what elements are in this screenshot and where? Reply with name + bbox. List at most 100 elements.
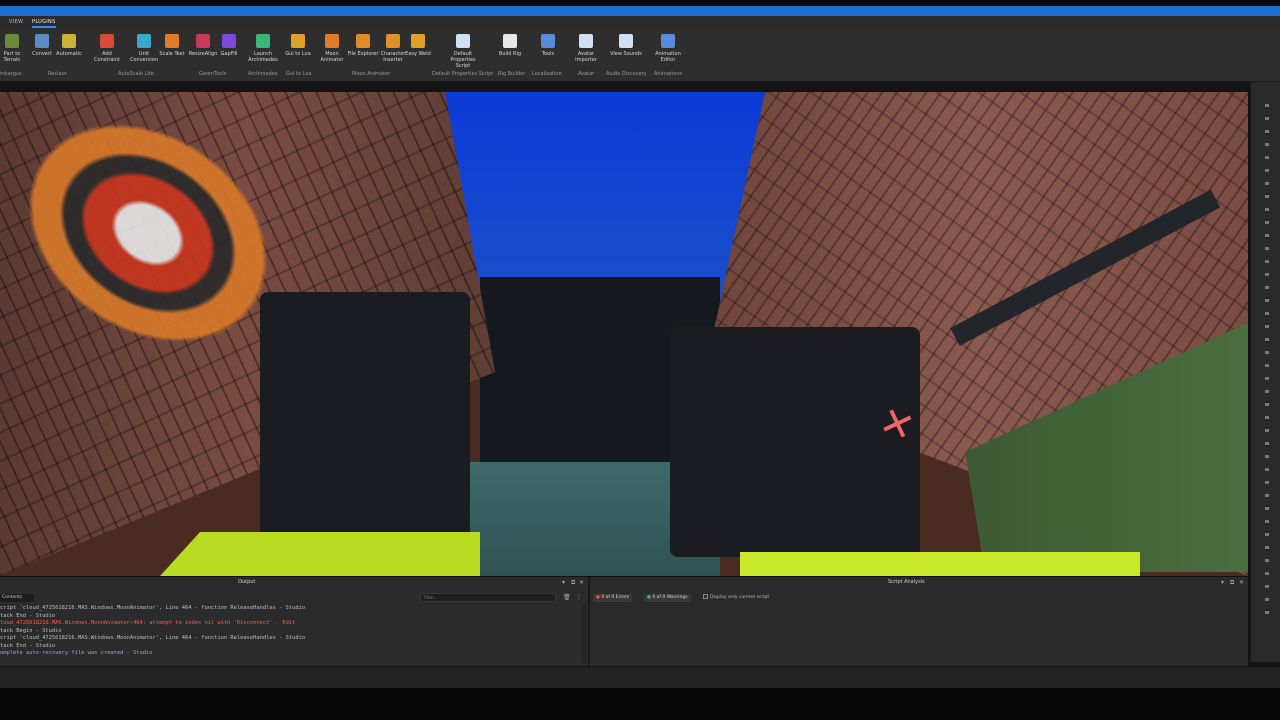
ribbon-button-18[interactable]: View Sounds — [609, 34, 643, 57]
ribbon-button-16[interactable]: Tools — [531, 34, 565, 57]
ribbon-button-label: GapFill — [220, 51, 238, 57]
panel-divider[interactable] — [588, 577, 590, 667]
ribbon-button-label: Part to Terrain — [3, 51, 21, 63]
ribbon-button-icon — [35, 34, 49, 48]
checkbox-label: Display only current script — [710, 595, 770, 600]
output-dock-icon[interactable]: ⧉ — [571, 579, 575, 587]
ribbon-group-label: Audio Discovery — [606, 71, 647, 77]
ribbon-button-label: View Sounds — [610, 51, 642, 57]
ribbon-button-8[interactable]: Launch Archimedes — [246, 34, 280, 63]
explorer-row-marker — [1265, 377, 1269, 380]
ribbon-button-icon — [541, 34, 555, 48]
output-filter-input[interactable]: Filter... — [420, 593, 556, 602]
ribbon-button-icon — [579, 34, 593, 48]
ribbon-group-label: Moon Animator — [352, 71, 391, 77]
ribbon-button-3[interactable]: Add Constraint — [90, 34, 124, 63]
output-scrollbar[interactable] — [582, 605, 586, 663]
ribbon-button-label: Animation Editor — [655, 51, 681, 63]
explorer-row-marker — [1265, 598, 1269, 601]
tab-view[interactable]: VIEW — [9, 19, 23, 25]
ribbon-button-label: Build Rig — [498, 51, 522, 57]
output-line: tack End - Studio — [0, 612, 56, 619]
script-analysis-dropdown-icon[interactable]: ▾ — [1221, 579, 1224, 586]
ribbon-button-label: Easy Weld — [405, 51, 431, 57]
output-contents-dropdown[interactable]: Contents — [0, 594, 34, 602]
explorer-row-marker — [1265, 117, 1269, 120]
explorer-row-marker — [1265, 520, 1269, 523]
ribbon-button-icon — [411, 34, 425, 48]
explorer-row-marker — [1265, 325, 1269, 328]
explorer-row-marker — [1265, 572, 1269, 575]
ribbon-button-19[interactable]: Animation Editor — [651, 34, 685, 63]
explorer-row-marker — [1265, 403, 1269, 406]
ribbon-button-icon — [196, 34, 210, 48]
output-line: cript 'cloud_4725618216.MAS.Windows.Moon… — [0, 605, 306, 611]
output-panel-title: Output — [238, 579, 256, 585]
explorer-row-marker — [1265, 455, 1269, 458]
tab-plugins[interactable]: PLUGINS — [32, 19, 56, 28]
screen-bottom-bar — [0, 688, 1280, 720]
explorer-row-marker — [1265, 416, 1269, 419]
ribbon-button-14[interactable]: Default Properties Script — [446, 34, 480, 69]
ribbon-button-label: Tools — [541, 51, 555, 57]
output-more-icon[interactable]: ⋮ — [576, 594, 582, 601]
explorer-row-marker — [1265, 429, 1269, 432]
output-dropdown-icon[interactable]: ▾ — [562, 579, 565, 586]
ribbon-button-10[interactable]: Moon Animator — [315, 34, 349, 63]
ribbon-button-label: Moon Animator — [320, 51, 344, 63]
ribbon-button-icon — [5, 34, 19, 48]
explorer-row-marker — [1265, 559, 1269, 562]
script-analysis-close-icon[interactable]: ✕ — [1239, 579, 1244, 586]
ribbon-group-label: Animations — [654, 71, 683, 77]
explorer-row-marker — [1265, 494, 1269, 497]
explorer-row-marker — [1265, 611, 1269, 614]
ribbon-button-label: Gui to Lua — [285, 51, 311, 57]
ribbon-button-7[interactable]: GapFill — [212, 34, 246, 57]
title-bar — [0, 0, 1280, 16]
explorer-row-marker — [1265, 234, 1269, 237]
explorer-row-marker — [1265, 351, 1269, 354]
explorer-row-marker — [1265, 104, 1269, 107]
command-bar[interactable] — [0, 666, 1280, 688]
ribbon-button-17[interactable]: Avatar Importer — [569, 34, 603, 63]
errors-count: 0 of 0 Errors — [601, 595, 630, 600]
explorer-row-marker — [1265, 208, 1269, 211]
ribbon-button-icon — [256, 34, 270, 48]
warnings-filter-button[interactable]: ● 0 of 0 Warnings — [644, 594, 691, 602]
ribbon-button-icon — [137, 34, 151, 48]
explorer-row-marker — [1265, 585, 1269, 588]
output-line: cript 'cloud_4725618216.MAS.Windows.Moon… — [0, 635, 306, 641]
output-line: loud_4725618216.MAS.Windows.MoonAnimator… — [0, 620, 296, 626]
viewport-character-left — [260, 292, 470, 542]
explorer-row-marker — [1265, 156, 1269, 159]
checkbox-box — [703, 594, 708, 599]
ribbon-button-label: Default Properties Script — [450, 51, 476, 69]
ribbon-button-label: Convert — [32, 51, 52, 57]
ribbon-button-icon — [386, 34, 400, 48]
ribbon-button-15[interactable]: Build Rig — [493, 34, 527, 57]
ribbon-button-9[interactable]: Gui to Lua — [281, 34, 315, 57]
error-icon: ● — [596, 595, 600, 600]
ribbon-button-13[interactable]: Easy Weld — [401, 34, 435, 57]
ribbon-button-icon — [661, 34, 675, 48]
ribbon-button-label: Add Constraint — [94, 51, 120, 63]
ribbon-button-2[interactable]: Automatic — [52, 34, 86, 57]
explorer-row-marker — [1265, 195, 1269, 198]
ribbon-group-label: Archimedes — [248, 71, 278, 77]
ribbon-button-5[interactable]: Scale Text — [155, 34, 189, 57]
3d-viewport[interactable]: ✕ — [0, 92, 1248, 576]
output-clear-icon[interactable]: 🗑 — [563, 594, 571, 601]
explorer-row-marker — [1265, 130, 1269, 133]
explorer-row-marker — [1265, 273, 1269, 276]
errors-filter-button[interactable]: ● 0 of 0 Errors — [593, 594, 633, 602]
output-close-icon[interactable]: ✕ — [579, 579, 584, 586]
ribbon-button-11[interactable]: File Explorer — [346, 34, 380, 57]
display-current-script-checkbox[interactable]: Display only current script — [703, 594, 769, 602]
ribbon-button-icon — [222, 34, 236, 48]
script-analysis-dock-icon[interactable]: ⧉ — [1230, 579, 1234, 587]
output-log: cript 'cloud_4725618216.MAS.Windows.Moon… — [0, 605, 580, 658]
ribbon-group-label: Gui to Lua — [286, 71, 312, 77]
explorer-side-panel[interactable] — [1250, 82, 1280, 662]
ribbon-button-icon — [503, 34, 517, 48]
viewport-lime-floor-right — [740, 552, 1140, 576]
